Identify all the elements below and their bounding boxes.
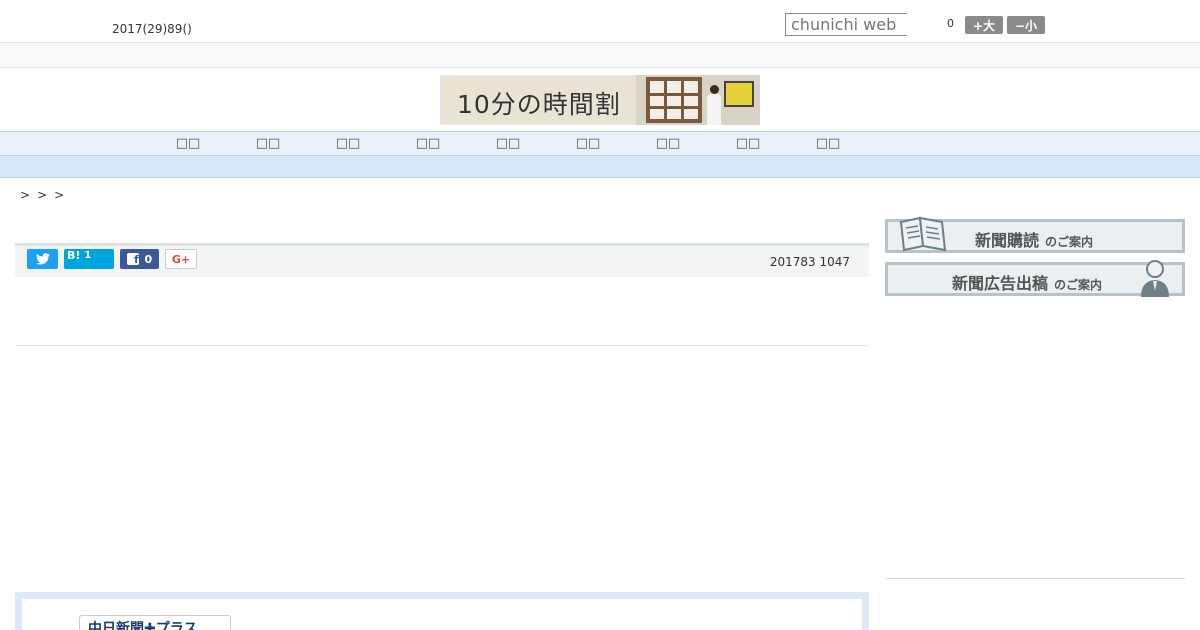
ad-banner[interactable]: 10分の時間割: [440, 75, 760, 125]
top-bar: 2017(29)89() 0 +大 −小: [0, 0, 1200, 43]
sidebar-divider: [885, 578, 1185, 579]
hatena-icon: B!: [67, 249, 81, 262]
nav-item[interactable]: □□: [248, 136, 288, 151]
twitter-icon: [35, 253, 50, 265]
publish-date: 201783 1047: [769, 255, 850, 269]
facebook-count: 0: [144, 252, 153, 266]
hatena-count: 1: [84, 250, 92, 261]
screen-illustration: [724, 81, 754, 107]
counter: 0: [947, 17, 954, 30]
logo-text: 中日新聞✚プラス: [88, 621, 198, 630]
main-nav: □□ □□ □□ □□ □□ □□ □□ □□ □□: [0, 131, 1200, 156]
sub-nav: [0, 156, 1200, 178]
nav-item[interactable]: □□: [328, 136, 368, 151]
google-plus-button[interactable]: G+: [165, 249, 197, 269]
subscription-label: 新聞購読 のご案内: [975, 231, 1094, 250]
font-bigger-button[interactable]: +大: [965, 16, 1003, 34]
font-smaller-button[interactable]: −小: [1007, 16, 1045, 34]
sub-bar: [0, 43, 1200, 68]
facebook-share-button[interactable]: f 0: [120, 249, 159, 269]
share-bar: B! 1 f 0 G+ 201783 1047: [15, 243, 869, 277]
nav-item[interactable]: □□: [648, 136, 688, 151]
window-illustration: [646, 77, 702, 123]
promo-box: 中日新聞✚プラス: [15, 592, 869, 630]
nav-item[interactable]: □□: [488, 136, 528, 151]
breadcrumb-separator: >: [20, 188, 31, 202]
nav-item[interactable]: □□: [728, 136, 768, 151]
breadcrumb-separator: >: [54, 188, 65, 202]
facebook-icon: f: [126, 253, 139, 265]
person-illustration: [706, 85, 722, 125]
nav-item[interactable]: □□: [168, 136, 208, 151]
banner-photo: [636, 75, 760, 125]
advertising-label: 新聞広告出稿 のご案内: [952, 274, 1103, 293]
breadcrumb: > > >: [20, 188, 64, 202]
current-date: 2017(29)89(): [112, 22, 192, 36]
person-icon: [1141, 260, 1169, 297]
hatena-bookmark-button[interactable]: B! 1: [64, 249, 114, 269]
nav-item[interactable]: □□: [408, 136, 448, 151]
divider: [15, 345, 869, 346]
twitter-share-button[interactable]: [27, 249, 58, 269]
search-input[interactable]: [785, 13, 907, 36]
chunichi-plus-logo[interactable]: 中日新聞✚プラス: [79, 615, 231, 630]
banner-text: 10分の時間割: [457, 90, 621, 119]
subscription-info-button[interactable]: 新聞購読 のご案内: [885, 216, 1185, 253]
nav-item[interactable]: □□: [808, 136, 848, 151]
nav-item[interactable]: □□: [568, 136, 608, 151]
breadcrumb-separator: >: [37, 188, 48, 202]
book-icon: [899, 216, 947, 252]
advertising-info-button[interactable]: 新聞広告出稿 のご案内: [885, 260, 1185, 297]
